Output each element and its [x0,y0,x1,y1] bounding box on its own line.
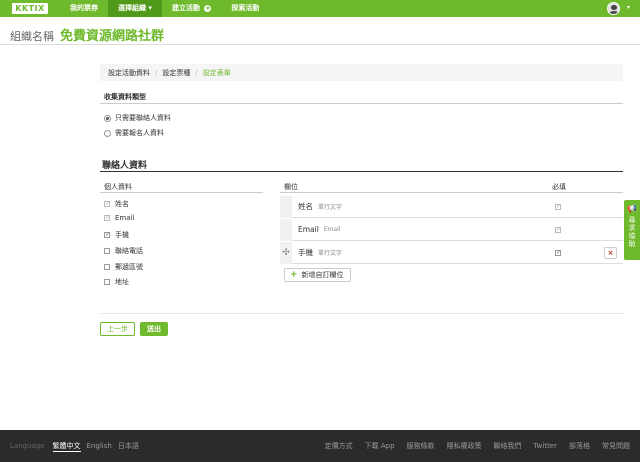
nav-create-event[interactable]: 建立活動 + [162,0,221,17]
field-label: 姓名 [115,200,129,208]
footer-link-twitter[interactable]: Twitter [534,442,557,450]
row-handle [280,195,292,218]
add-custom-field-button[interactable]: + 新增自訂欄位 [284,268,351,282]
delete-field-button[interactable]: × [604,247,617,259]
row-handle [280,218,292,241]
footer-link-terms[interactable]: 服務條款 [407,441,435,451]
nav-my-tickets[interactable]: 我的票券 [60,0,108,17]
field-label: 聯絡電話 [115,247,143,255]
checkbox[interactable] [104,264,110,270]
table-row: 姓名 單行文字 [280,195,623,218]
personal-field-email: Email [104,214,134,222]
checkbox [104,214,110,221]
radio-button[interactable] [104,129,111,137]
footer-link-app[interactable]: 下載 App [365,441,395,451]
required-checkbox [555,203,561,210]
fields-column-header: 欄位 [284,183,298,191]
submit-button[interactable]: 送出 [140,322,168,336]
collect-type-title: 收集資料類型 [100,92,623,104]
field-type: 單行文字 [318,204,343,211]
radio-label: 需要報名人資料 [115,129,164,137]
footer-link-contact[interactable]: 聯絡我們 [494,441,522,451]
fields-table-header: 欄位 必填 [280,182,623,193]
checkbox[interactable] [104,279,110,285]
radio-contact-only[interactable]: 只需要聯絡人資料 [104,113,171,123]
personal-field-name: 姓名 [104,199,129,209]
add-custom-field-label: 新增自訂欄位 [301,271,344,279]
breadcrumb-tickets[interactable]: 設定票種 [162,68,190,78]
checkbox[interactable] [104,248,110,254]
personal-field-address[interactable]: 地址 [104,277,129,287]
table-row[interactable]: ✣ 手機 單行文字 × [280,241,623,264]
footer-link-privacy[interactable]: 隱私權政策 [447,441,482,451]
org-header: 組織名稱 免費資源網路社群 [10,25,164,44]
field-name: 姓名 [298,202,313,211]
personal-info-header: 個人資料 [100,182,263,193]
footer: Language 繁體中文 English 日本語 定價方式 下載 App 服務… [0,430,640,462]
breadcrumb-form: 設定表單 [202,68,231,77]
plus-circle-icon: + [204,4,212,12]
field-label: 郵遞區號 [115,263,143,271]
field-name: Email [298,225,319,234]
help-feedback-tab[interactable]: 📢 尋求協助 [624,200,640,260]
lang-english[interactable]: English [87,442,112,450]
org-name[interactable]: 免費資源網路社群 [60,25,164,44]
footer-links: 定價方式 下載 App 服務條款 隱私權政策 聯絡我們 Twitter 部落格 … [313,430,630,462]
kktix-logo[interactable]: KKTIX [0,0,60,17]
required-column-header: 必填 [552,183,566,191]
lang-zh-tw[interactable]: 繁體中文 [52,441,81,452]
contact-section-title: 聯絡人資料 [100,158,623,172]
header-divider [0,44,640,45]
table-row: Email Email [280,218,623,241]
personal-field-zip[interactable]: 郵遞區號 [104,262,143,272]
field-name: 手機 [298,248,313,257]
user-avatar[interactable] [607,2,620,15]
previous-step-button[interactable]: 上一步 [100,322,135,336]
nav-explore-events[interactable]: 探索活動 [221,0,269,17]
checkbox [104,200,110,207]
personal-field-phone[interactable]: 聯絡電話 [104,246,143,256]
field-label: 手機 [115,231,129,239]
breadcrumb-separator: / [195,68,198,77]
org-label: 組織名稱 [10,30,54,43]
required-checkbox[interactable] [555,249,561,256]
field-label: 地址 [115,278,129,286]
field-type: Email [323,226,341,233]
breadcrumb-separator: / [155,68,158,77]
checkbox[interactable] [104,231,110,238]
radio-label: 只需要聯絡人資料 [115,114,171,122]
personal-field-mobile[interactable]: 手機 [104,230,129,240]
radio-button[interactable] [104,114,111,122]
help-label: 尋求協助 [628,216,636,248]
logo-text: KKTIX [12,3,48,14]
footer-link-blog[interactable]: 部落格 [569,441,590,451]
breadcrumb: 設定活動資料 / 設定票種 / 設定表單 [100,64,623,81]
nav-select-org[interactable]: 選擇組織 ▾ [108,0,162,17]
footer-link-pricing[interactable]: 定價方式 [325,441,353,451]
nav-create-event-label: 建立活動 [171,4,200,12]
radio-attendee-info[interactable]: 需要報名人資料 [104,128,164,138]
top-nav: KKTIX 我的票券 選擇組織 ▾ 建立活動 + 探索活動 ▾ [0,0,640,17]
drag-handle-icon[interactable]: ✣ [280,241,292,264]
section-divider [100,313,623,314]
language-label: Language [10,442,45,450]
lang-japanese[interactable]: 日本語 [118,441,139,451]
chevron-down-icon[interactable]: ▾ [627,4,630,11]
plus-icon: + [290,270,298,280]
breadcrumb-event-info[interactable]: 設定活動資料 [108,68,150,78]
field-label: Email [115,214,135,222]
megaphone-icon: 📢 [627,204,637,213]
required-checkbox [555,226,561,233]
footer-link-faq[interactable]: 常見問題 [602,441,630,451]
field-type: 單行文字 [318,250,343,257]
